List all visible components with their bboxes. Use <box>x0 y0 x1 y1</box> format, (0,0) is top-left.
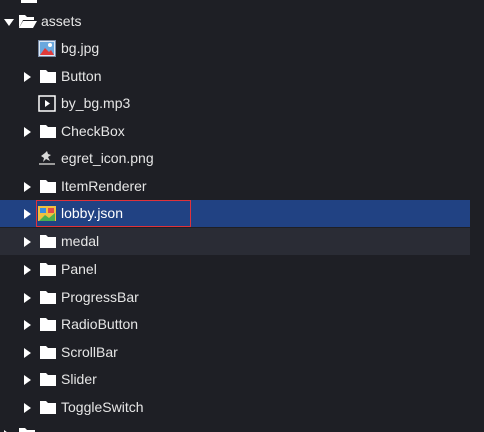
chevron-right-icon[interactable] <box>24 403 31 413</box>
folder-icon <box>40 70 56 83</box>
tree-item-label: ProgressBar <box>61 289 139 305</box>
folder-open-icon <box>19 15 37 28</box>
chevron-right-icon[interactable] <box>24 237 31 247</box>
tree-row-partial-top[interactable] <box>0 0 470 8</box>
tree-item-label: Panel <box>61 261 97 277</box>
tree-item-label: ItemRenderer <box>61 178 147 194</box>
chevron-right-icon[interactable] <box>24 293 31 303</box>
tree-row-partial-bottom[interactable] <box>0 421 470 432</box>
tree-row-bg-jpg[interactable]: bg.jpg <box>0 35 470 62</box>
tree-item-label: CheckBox <box>61 123 125 139</box>
chevron-right-icon[interactable] <box>24 72 31 82</box>
tree-row-by-bg-mp3[interactable]: by_bg.mp3 <box>0 90 470 117</box>
folder-icon <box>21 0 37 3</box>
tree-row-button-folder[interactable]: Button <box>0 63 470 90</box>
tree-row-assets[interactable]: assets <box>0 8 470 35</box>
chevron-right-icon[interactable] <box>24 348 31 358</box>
image-file-icon <box>39 151 55 165</box>
tree-item-label: by_bg.mp3 <box>61 95 131 111</box>
folder-icon <box>40 235 56 248</box>
tree-row-itemrenderer-folder[interactable]: ItemRenderer <box>0 173 470 200</box>
folder-icon <box>40 125 56 138</box>
folder-icon <box>40 291 56 304</box>
tree-item-label: bg.jpg <box>61 40 100 56</box>
tree-row-toggleswitch-folder[interactable]: ToggleSwitch <box>0 394 470 421</box>
tree-row-panel-folder[interactable]: Panel <box>0 256 470 283</box>
tree-item-label: assets <box>41 13 82 29</box>
image-file-icon <box>38 40 56 57</box>
tree-row-radiobutton-folder[interactable]: RadioButton <box>0 311 470 338</box>
tree-row-progressbar-folder[interactable]: ProgressBar <box>0 284 470 311</box>
media-play-icon <box>38 95 56 112</box>
file-tree: assets bg.jpg Button by_bg.mp3 CheckBox … <box>0 0 484 432</box>
tree-item-label: Slider <box>61 371 97 387</box>
tree-row-scrollbar-folder[interactable]: ScrollBar <box>0 339 470 366</box>
tree-item-label: egret_icon.png <box>61 150 154 166</box>
chevron-right-icon[interactable] <box>24 127 31 137</box>
tree-row-medal-folder[interactable]: medal <box>0 228 470 255</box>
tree-row-slider-folder[interactable]: Slider <box>0 366 470 393</box>
tree-item-label: Button <box>61 68 102 84</box>
tree-row-lobby-json[interactable]: lobby.json <box>0 200 470 227</box>
chevron-right-icon[interactable] <box>24 265 31 275</box>
tree-item-label: ScrollBar <box>61 344 118 360</box>
folder-icon <box>40 263 56 276</box>
tree-item-label: lobby.json <box>61 205 124 221</box>
chevron-right-icon[interactable] <box>24 375 31 385</box>
chevron-right-icon[interactable] <box>24 209 31 219</box>
folder-icon <box>40 318 56 331</box>
scrollbar-track[interactable] <box>470 0 484 432</box>
folder-icon <box>19 428 35 432</box>
folder-icon <box>40 373 56 386</box>
tree-row-egret-icon-png[interactable]: egret_icon.png <box>0 145 470 172</box>
json-file-icon <box>38 206 56 221</box>
chevron-right-icon[interactable] <box>24 320 31 330</box>
chevron-down-icon[interactable] <box>4 19 14 26</box>
tree-item-label: RadioButton <box>61 316 139 332</box>
tree-item-label: ToggleSwitch <box>61 399 144 415</box>
folder-icon <box>40 346 56 359</box>
folder-icon <box>40 401 56 414</box>
tree-row-checkbox-folder[interactable]: CheckBox <box>0 118 470 145</box>
chevron-right-icon[interactable] <box>24 182 31 192</box>
tree-item-label: medal <box>61 233 100 249</box>
folder-icon <box>40 180 56 193</box>
